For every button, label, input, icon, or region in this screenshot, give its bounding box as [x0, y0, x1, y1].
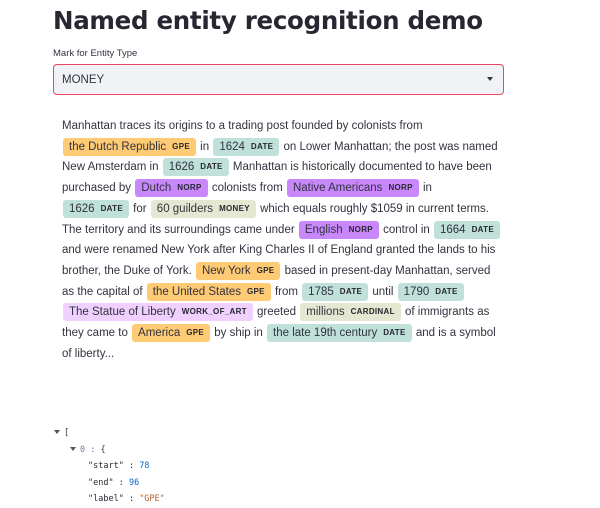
entity-label: GPE	[256, 265, 275, 275]
entity-text: 1624	[219, 140, 245, 153]
entity-mark: 1785 DATE	[302, 282, 369, 301]
entity-label: NORP	[177, 183, 202, 193]
json-item-index: 0 :	[80, 444, 96, 455]
ner-output: Manhattan traces its origins to a tradin…	[62, 116, 502, 364]
text-segment: colonists from	[208, 182, 286, 195]
entity-mark: 1664 DATE	[433, 220, 500, 239]
chevron-down-icon	[487, 77, 493, 81]
entity-text: The Statue of Liberty	[69, 306, 176, 319]
entity-mark: 1626 DATE	[63, 199, 129, 218]
entity-text: America	[138, 327, 181, 340]
entity-label: NORP	[348, 224, 373, 234]
text-segment: control in	[379, 223, 433, 236]
entity-label: DATE	[435, 286, 458, 296]
entity-mark: English NORP	[298, 220, 379, 239]
entity-mark: New York GPE	[195, 261, 281, 280]
json-key: "end"	[88, 477, 114, 488]
caret-down-icon[interactable]	[54, 430, 60, 434]
json-field-row: "label" : "GPE"	[88, 494, 165, 504]
text-segment: from	[271, 285, 302, 298]
entity-label: DATE	[250, 141, 274, 151]
entity-text: the Dutch Republic	[69, 140, 167, 153]
entity-text: English	[304, 223, 343, 236]
entity-label: DATE	[200, 162, 223, 172]
entity-text: the late 19th century	[273, 327, 378, 340]
entity-mark: the United States GPE	[146, 282, 271, 301]
entity-type-label: Mark for Entity Type	[53, 48, 138, 59]
entity-label: GPE	[246, 286, 265, 296]
entity-mark: 1790 DATE	[397, 282, 464, 301]
text-segment: until	[369, 285, 397, 298]
entity-text: 1626	[69, 202, 95, 215]
json-root-row[interactable]: [	[54, 425, 165, 442]
entity-label: WORK_OF_ART	[181, 307, 247, 317]
text-segment: in	[196, 140, 213, 153]
entity-mark: the late 19th century DATE	[267, 324, 412, 343]
entity-label: GPE	[172, 141, 190, 151]
text-segment: Manhattan traces its origins to a tradin…	[62, 120, 423, 132]
entity-type-value: MONEY	[62, 73, 105, 86]
json-open-bracket: [	[64, 428, 70, 438]
entity-text: 1664	[439, 223, 466, 236]
json-key: "label"	[88, 494, 124, 504]
entity-mark: America GPE	[132, 324, 211, 343]
entity-mark: 60 guilders MONEY	[150, 199, 256, 218]
caret-down-icon[interactable]	[70, 446, 76, 451]
entity-mark: The Statue of Liberty WORK_OF_ART	[63, 303, 253, 322]
json-item-row[interactable]: 0 : {	[54, 442, 165, 459]
ner-paragraph: Manhattan traces its origins to a tradin…	[62, 116, 502, 364]
json-viewer: [ 0 : { "start" : 78 "end" : 96 "label" …	[54, 425, 165, 508]
entity-mark: millions CARDINAL	[300, 303, 401, 322]
entity-label: GPE	[186, 328, 205, 338]
json-value: 78	[139, 461, 150, 471]
text-segment: for	[129, 202, 150, 215]
entity-mark: Dutch NORP	[135, 179, 208, 198]
json-key: "start"	[88, 461, 124, 471]
entity-label: DATE	[471, 224, 494, 234]
entity-text: Native Americans	[292, 182, 383, 195]
entity-text: Dutch	[141, 182, 172, 195]
entity-mark: 1626 DATE	[162, 158, 229, 177]
json-field-row: "end" : 96	[88, 477, 140, 488]
entity-type-select[interactable]: MONEY	[53, 64, 504, 95]
entity-label: CARDINAL	[350, 307, 395, 317]
entity-label: DATE	[383, 328, 406, 338]
page-title: Named entity recognition demo	[53, 6, 483, 35]
json-value: 96	[128, 477, 140, 488]
entity-text: New York	[201, 264, 251, 277]
entity-text: millions	[306, 306, 345, 319]
entity-text: 1785	[308, 285, 334, 298]
entity-label: DATE	[100, 203, 123, 213]
entity-mark: Native Americans NORP	[286, 179, 419, 198]
entity-label: NORP	[388, 183, 413, 193]
entity-text: the United States	[152, 285, 241, 298]
entity-text: 60 guilders	[156, 202, 214, 215]
entity-text: 1790	[403, 285, 430, 298]
entity-mark: the Dutch Republic GPE	[63, 137, 196, 156]
json-field-row: "start" : 78	[88, 461, 150, 471]
text-segment: by ship in	[211, 327, 267, 340]
entity-label: MONEY	[219, 203, 250, 213]
json-open-brace: {	[100, 444, 106, 455]
entity-text: 1626	[168, 161, 195, 174]
json-value: "GPE"	[139, 494, 165, 504]
entity-label: DATE	[339, 286, 363, 296]
entity-mark: 1624 DATE	[213, 137, 280, 156]
text-segment: greeted	[253, 306, 300, 319]
text-segment: in	[419, 182, 432, 195]
